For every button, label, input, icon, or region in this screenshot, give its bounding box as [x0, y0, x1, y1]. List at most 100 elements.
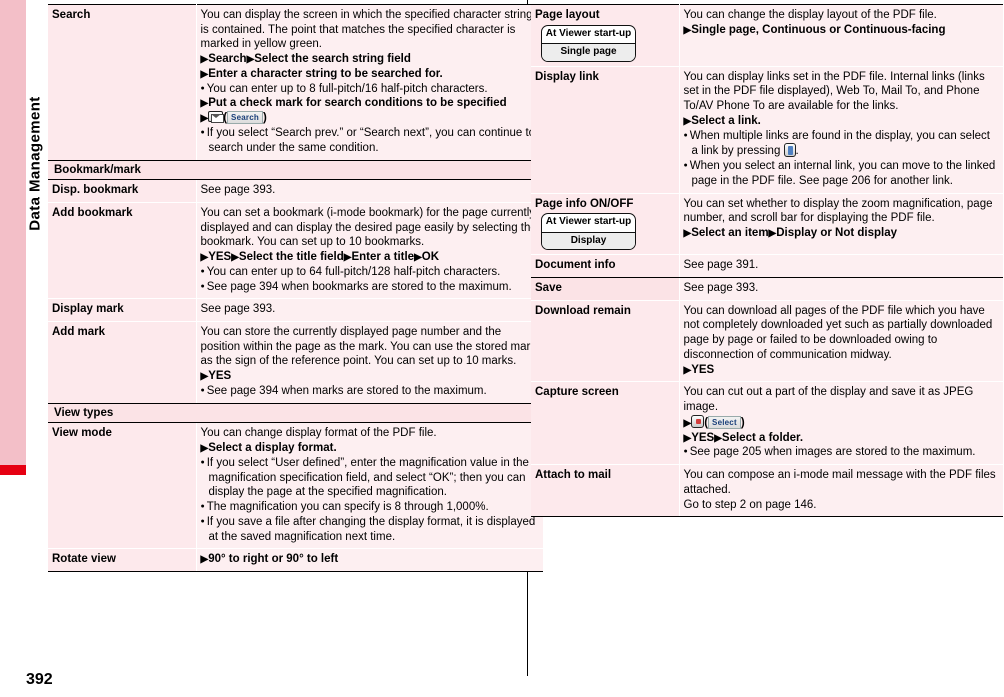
left-table: Search You can display the screen in whic… [48, 4, 543, 573]
table-row: Attach to mail You can compose an i-mode … [531, 464, 1003, 518]
desc-line: You can display links set in the PDF fil… [683, 70, 985, 113]
right-column: Page layout At Viewer start-up Single page… [531, 4, 1003, 518]
row-description: You can display the screen in which the … [196, 4, 543, 161]
desc-line-step: ▶Search▶Select the search string field [200, 53, 411, 66]
desc-line-note: See page 394 when bookmarks are stored t… [201, 280, 540, 295]
table-row: Save See page 393. [531, 276, 1003, 301]
setting-default-box: At Viewer start-up Display [541, 213, 636, 251]
desc-line-step: ▶90° to right or 90° to left [200, 553, 339, 566]
row-term: Display link [531, 65, 680, 194]
mail-key-icon [208, 111, 225, 124]
row-description: You can compose an i-mode mail message w… [679, 464, 1003, 518]
desc-line-note: You can enter up to 8 full-pitch/16 half… [201, 82, 540, 97]
row-term: Page info ON/OFF At Viewer start-up Displa… [531, 192, 680, 255]
side-tab-band [0, 0, 26, 465]
row-term: Add bookmark [48, 201, 197, 299]
desc-line: See page 393. [200, 184, 276, 197]
setting-default-box: At Viewer start-up Single page [541, 24, 636, 62]
row-description: You can change display format of the PDF… [196, 422, 543, 549]
table-row: Page layout At Viewer start-up Single page… [531, 4, 1003, 67]
table-row: Document info See page 391. [531, 254, 1003, 278]
table-row: Capture screen You can cut out a part of … [531, 381, 1003, 465]
row-description: See page 391. [679, 254, 1003, 278]
row-description: You can set a bookmark (i-mode bookmark)… [196, 201, 543, 299]
row-term: Search [48, 4, 197, 161]
desc-line-step: ▶YES▶Select a folder. [683, 431, 804, 444]
row-term: Save [531, 276, 680, 301]
side-tab-marker [0, 465, 26, 475]
desc-line: You can set a bookmark (i-mode bookmark)… [200, 206, 537, 249]
desc-line: You can set whether to display the zoom … [683, 197, 993, 225]
left-column: Search You can display the screen in whic… [48, 4, 543, 573]
desc-line-step: ▶Select a link. [683, 114, 761, 127]
desc-line-step: ▶YES [200, 370, 232, 383]
row-term: Capture screen [531, 381, 680, 465]
desc-line: You can cut out a part of the display an… [683, 386, 974, 414]
section-header-row: View types [48, 402, 543, 424]
table-row: Display link You can display links set in… [531, 65, 1003, 194]
desc-line-note: See page 205 when images are stored to t… [684, 445, 1000, 460]
desc-line-step: ▶YES [683, 363, 715, 376]
desc-line-keystep: ▶(Select) [683, 414, 745, 429]
table-row: Rotate view ▶90° to right or 90° to left [48, 548, 543, 573]
setting-default-value: Display [542, 232, 635, 250]
table-row: Disp. bookmark See page 393. [48, 179, 543, 203]
table-row: Page info ON/OFF At Viewer start-up Displa… [531, 192, 1003, 255]
row-term: Add mark [48, 321, 197, 404]
desc-line: See page 393. [200, 303, 276, 316]
row-term: Document info [531, 254, 680, 278]
row-description: You can set whether to display the zoom … [679, 192, 1003, 255]
setting-default-context: At Viewer start-up [542, 214, 635, 233]
row-term: View mode [48, 422, 197, 549]
desc-line: See page 393. [683, 281, 759, 294]
row-description: You can change the display layout of the… [679, 4, 1003, 67]
desc-line-note: If you select “Search prev.” or “Search … [201, 126, 540, 155]
softkey-label: Select [708, 415, 741, 429]
desc-line: You can change display format of the PDF… [200, 427, 437, 440]
row-term: Attach to mail [531, 464, 680, 518]
row-description: You can store the currently displayed pa… [196, 321, 543, 404]
desc-line: You can download all pages of the PDF fi… [683, 304, 993, 361]
desc-line-note: You can enter up to 64 full-pitch/128 ha… [201, 265, 540, 280]
desc-line-step: ▶Put a check mark for search conditions … [200, 97, 507, 110]
row-description: See page 393. [196, 179, 543, 203]
navigation-key-icon [783, 143, 796, 158]
row-term: Disp. bookmark [48, 179, 197, 203]
desc-line: You can compose an i-mode mail message w… [683, 469, 996, 496]
section-header-row: Bookmark/mark [48, 159, 543, 181]
desc-line-note: When you select an internal link, you ca… [684, 159, 1000, 188]
table-row: Download remain You can download all page… [531, 299, 1003, 382]
desc-line-step: ▶Enter a character string to be searched… [200, 67, 443, 80]
row-description: You can download all pages of the PDF fi… [679, 299, 1003, 382]
row-description: See page 393. [196, 298, 543, 322]
row-description: ▶90° to right or 90° to left [196, 548, 543, 573]
section-header-label: View types [48, 402, 543, 424]
table-row: View mode You can change display format o… [48, 422, 543, 549]
row-term: Rotate view [48, 548, 197, 573]
desc-line-step: ▶Select a display format. [200, 442, 337, 455]
desc-line-step: ▶Single page, Continuous or Continuous-f… [683, 23, 946, 36]
table-row: Display mark See page 393. [48, 298, 543, 322]
side-tab-strip: Data Management [0, 0, 44, 697]
right-table: Page layout At Viewer start-up Single page… [531, 4, 1003, 518]
table-row: Add bookmark You can set a bookmark (i-mo… [48, 201, 543, 299]
center-key-icon [691, 414, 705, 428]
row-description: See page 393. [679, 276, 1003, 301]
desc-line: You can store the currently displayed pa… [200, 326, 537, 368]
desc-line-keystep: ▶(Search) [200, 111, 267, 125]
table-row: Add mark You can store the currently disp… [48, 321, 543, 404]
table-row: Search You can display the screen in whic… [48, 4, 543, 161]
desc-line-note: If you select “User defined”, enter the … [201, 456, 540, 500]
softkey-label: Search [227, 111, 263, 125]
desc-line: Go to step 2 on page 146. [683, 498, 817, 511]
row-term: Page layout At Viewer start-up Single page [531, 4, 680, 67]
desc-line-note: See page 394 when marks are stored to th… [201, 384, 540, 399]
desc-line-step: ▶Select an item▶Display or Not display [683, 226, 898, 239]
row-term: Display mark [48, 298, 197, 322]
row-term: Download remain [531, 299, 680, 382]
page-number: 392 [26, 671, 53, 688]
desc-line-note: If you save a file after changing the di… [201, 515, 540, 544]
desc-line: You can change the display layout of the… [683, 9, 937, 21]
setting-default-value: Single page [542, 44, 635, 61]
desc-line: See page 391. [683, 259, 759, 272]
